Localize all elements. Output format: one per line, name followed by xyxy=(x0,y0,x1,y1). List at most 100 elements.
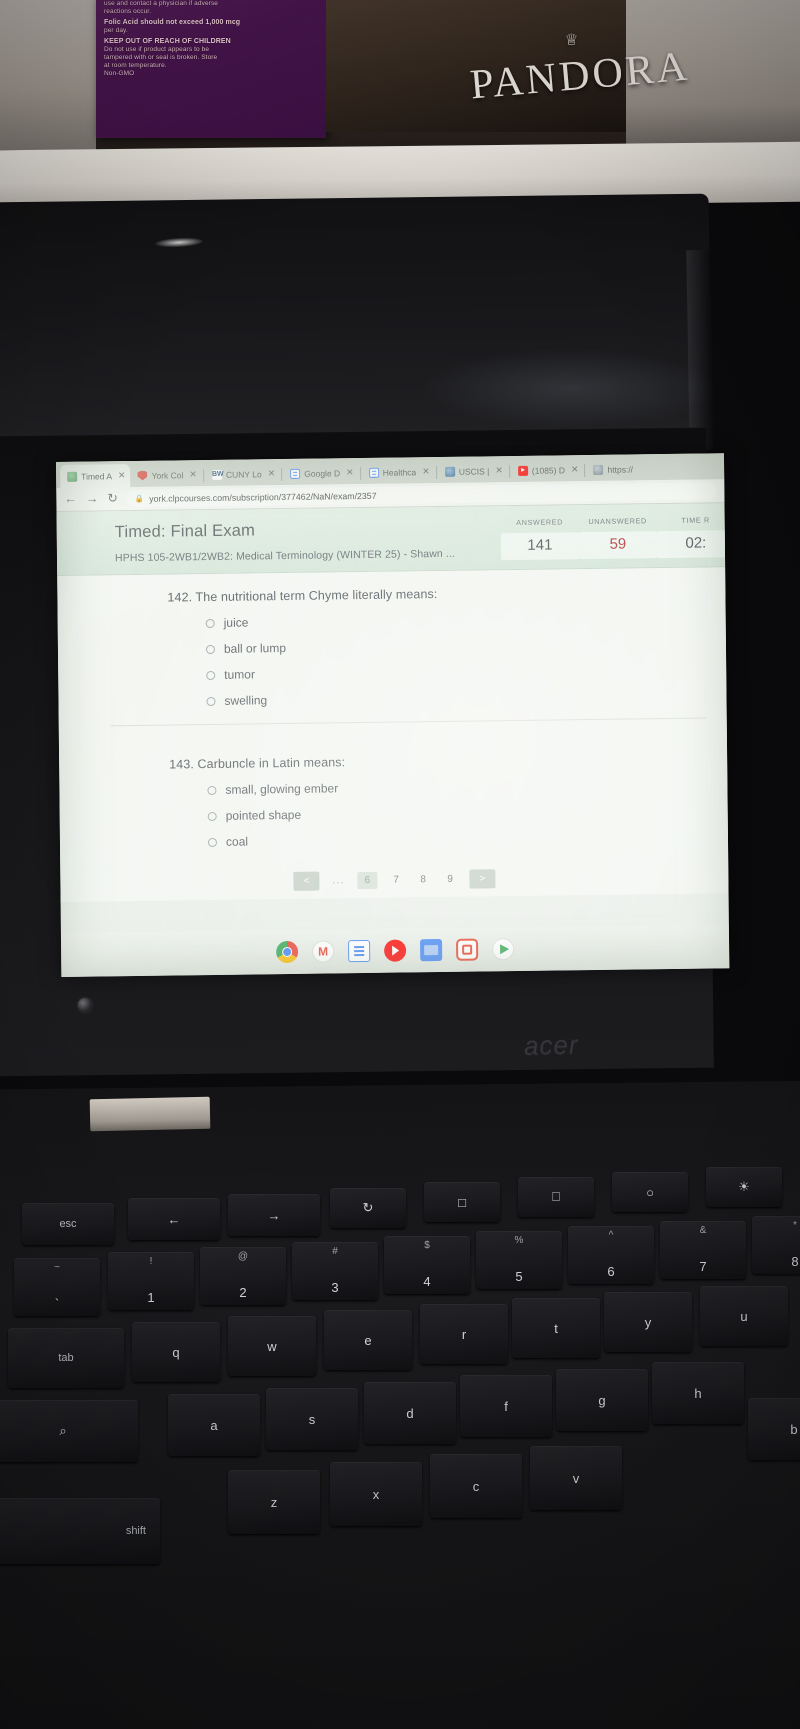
key-t[interactable]: t xyxy=(512,1298,600,1358)
close-icon[interactable]: ✕ xyxy=(346,467,354,478)
forward-icon[interactable]: → xyxy=(86,492,99,506)
pagination-page-8[interactable]: 8 xyxy=(415,874,431,885)
files-icon[interactable] xyxy=(420,938,443,962)
pagination-next-button[interactable]: > xyxy=(469,869,496,889)
key-u[interactable]: u xyxy=(700,1286,788,1346)
key-f[interactable]: f xyxy=(460,1375,552,1437)
browser-tab-timed-exam[interactable]: Timed A ✕ xyxy=(60,464,131,488)
browser-tab-uscis[interactable]: USCIS | ✕ xyxy=(438,459,508,483)
radio-icon[interactable] xyxy=(207,837,218,847)
pagination-page-6[interactable]: 6 xyxy=(357,871,378,890)
radio-icon[interactable] xyxy=(205,644,216,654)
key-back[interactable]: ← xyxy=(128,1198,220,1240)
pagination-prev-button[interactable]: < xyxy=(293,871,320,891)
key-8[interactable]: * 8 xyxy=(752,1216,800,1274)
key-4[interactable]: $4 xyxy=(384,1236,470,1294)
answer-option[interactable]: tumor xyxy=(206,662,706,683)
answer-option[interactable]: ball or lump xyxy=(205,636,706,657)
docs-icon xyxy=(290,468,301,479)
google-docs-icon[interactable] xyxy=(348,939,371,963)
chromeos-shelf[interactable] xyxy=(60,924,730,977)
key-q[interactable]: q xyxy=(132,1322,220,1382)
question-number: 142. xyxy=(167,590,193,605)
key-g[interactable]: g xyxy=(556,1369,648,1431)
key-d[interactable]: d xyxy=(364,1382,456,1444)
answer-option[interactable]: small, glowing ember xyxy=(207,777,707,798)
close-icon[interactable]: ✕ xyxy=(189,469,197,480)
key-e[interactable]: e xyxy=(324,1310,412,1370)
key-x[interactable]: x xyxy=(330,1462,422,1526)
play-store-icon[interactable] xyxy=(492,938,515,961)
radio-icon[interactable] xyxy=(206,696,216,706)
browser-tab-york-college[interactable]: York Col ✕ xyxy=(130,463,202,487)
key-shift[interactable]: shift xyxy=(0,1498,160,1564)
stat-answered: ANSWERED 141 xyxy=(500,517,580,561)
close-icon[interactable]: ✕ xyxy=(268,468,276,479)
shield-icon xyxy=(138,470,148,480)
key-2[interactable]: @2 xyxy=(200,1247,286,1305)
key-brightness[interactable]: ○ xyxy=(612,1172,688,1212)
answer-option[interactable]: juice xyxy=(205,610,706,631)
tab-label: (1085) D xyxy=(531,464,566,476)
browser-tab-cuny-login[interactable]: BW CUNY Lo ✕ xyxy=(205,462,281,486)
question-number: 143. xyxy=(169,757,194,772)
key-esc[interactable]: esc xyxy=(22,1203,114,1245)
exam-pagination[interactable]: < ... 6 7 8 9 > xyxy=(60,856,729,902)
address-bar[interactable]: 🔒 york.clpcourses.com/subscription/37746… xyxy=(126,482,717,508)
photos-icon[interactable] xyxy=(456,938,479,961)
label-line: Folic Acid should not exceed 1,000 mcg xyxy=(104,19,241,26)
key-5[interactable]: % 5 xyxy=(476,1231,562,1289)
back-icon[interactable]: ← xyxy=(64,492,77,506)
key-z[interactable]: z xyxy=(228,1470,320,1534)
key-fullscreen[interactable]: □ xyxy=(424,1182,500,1222)
key-tab[interactable]: tab xyxy=(8,1328,124,1388)
key-c[interactable]: c xyxy=(430,1454,522,1518)
close-icon[interactable]: ✕ xyxy=(118,470,126,481)
youtube-icon xyxy=(517,465,528,476)
radio-icon[interactable] xyxy=(207,785,217,795)
key-reload[interactable]: ↻ xyxy=(330,1188,406,1228)
key-a[interactable]: a xyxy=(168,1394,260,1456)
close-icon[interactable]: ✕ xyxy=(571,464,579,475)
browser-tab-healthcare[interactable]: Healthca ✕ xyxy=(362,460,435,484)
key-search[interactable]: ⌕ xyxy=(0,1400,138,1462)
key-y[interactable]: y xyxy=(604,1292,692,1352)
browser-tab-youtube[interactable]: (1085) D ✕ xyxy=(511,458,584,482)
browser-tab-last[interactable]: https:// xyxy=(586,457,638,481)
stat-unanswered: UNANSWERED 59 xyxy=(578,516,658,560)
key-h[interactable]: h xyxy=(652,1362,744,1424)
reload-icon[interactable]: ↻ xyxy=(107,491,118,505)
key-s[interactable]: s xyxy=(266,1388,358,1450)
gmail-icon[interactable] xyxy=(312,940,335,963)
key-overview[interactable]: ⎕ xyxy=(518,1177,594,1217)
radio-icon[interactable] xyxy=(206,670,216,680)
label-line: reactions occur. xyxy=(104,8,152,15)
option-label: pointed shape xyxy=(225,807,302,823)
chrome-icon[interactable] xyxy=(276,940,299,964)
browser-tab-google-docs[interactable]: Google D ✕ xyxy=(283,461,359,485)
key-7[interactable]: & 7 xyxy=(660,1221,746,1279)
close-icon[interactable]: ✕ xyxy=(495,465,503,476)
close-icon[interactable]: ✕ xyxy=(422,466,430,477)
answer-option[interactable]: coal xyxy=(207,828,708,849)
key-r[interactable]: r xyxy=(420,1304,508,1364)
youtube-icon[interactable] xyxy=(384,939,407,962)
answer-option[interactable]: pointed shape xyxy=(207,803,708,824)
key-forward[interactable]: → xyxy=(228,1194,320,1236)
key-3[interactable]: #3 xyxy=(292,1242,378,1300)
key-w[interactable]: w xyxy=(228,1316,316,1376)
pagination-ellipsis: ... xyxy=(332,875,346,887)
key-v[interactable]: v xyxy=(530,1446,622,1510)
radio-icon[interactable] xyxy=(205,618,215,628)
key-b[interactable]: b xyxy=(748,1398,800,1460)
pagination-page-9[interactable]: 9 xyxy=(442,874,458,885)
stat-label: TIME R xyxy=(681,515,710,525)
key-1[interactable]: ! 1 xyxy=(108,1252,194,1310)
key-6[interactable]: ^ 6 xyxy=(568,1226,654,1284)
radio-icon[interactable] xyxy=(207,811,217,821)
pagination-page-7[interactable]: 7 xyxy=(388,874,404,886)
generic-icon xyxy=(593,464,604,475)
answer-option[interactable]: swelling xyxy=(206,688,706,709)
key-backtick[interactable]: ~ ` xyxy=(14,1258,100,1316)
key-brightness-up[interactable]: ☀ xyxy=(706,1167,782,1207)
